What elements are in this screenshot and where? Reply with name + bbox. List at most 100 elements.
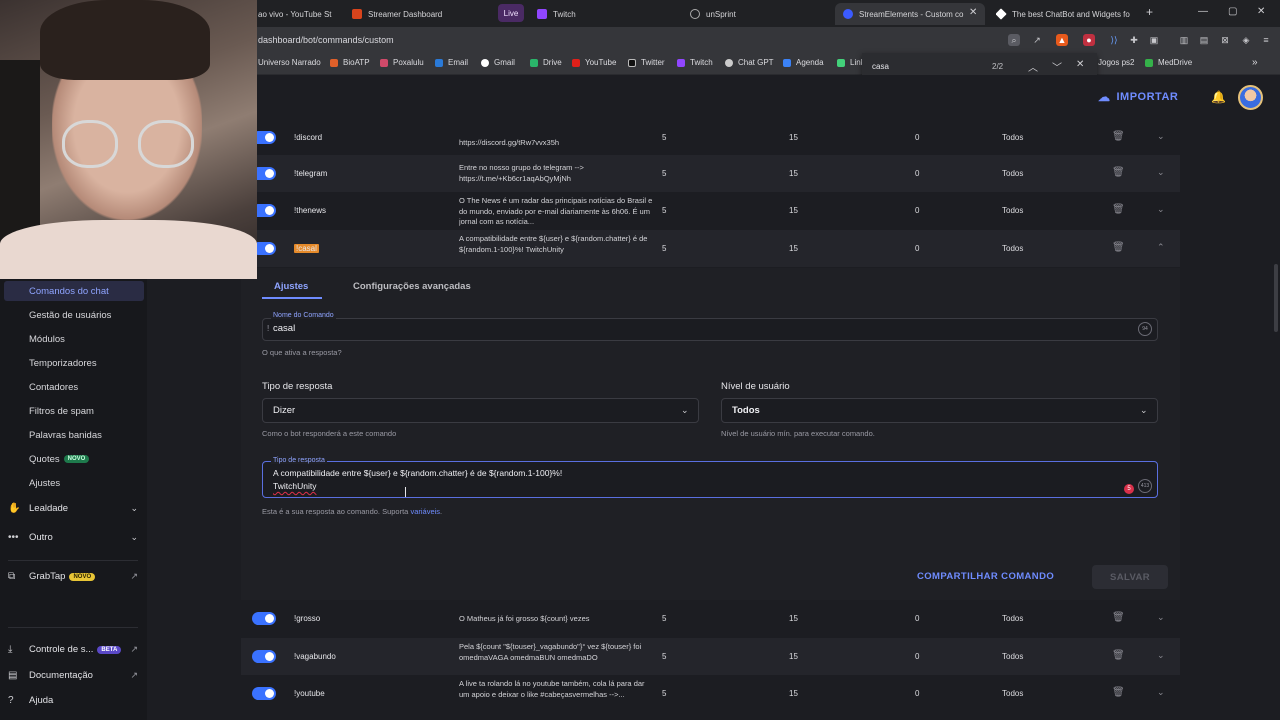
bookmark[interactable]: BioATP: [330, 58, 370, 67]
tab-chatbot[interactable]: The best ChatBot and Widgets fo: [996, 3, 1134, 25]
tab-twitch[interactable]: Twitch: [537, 3, 667, 25]
sidebar-item-timers[interactable]: Temporizadores: [4, 353, 144, 373]
sidebar-item-help[interactable]: ? Ajuda: [8, 695, 138, 706]
share-icon[interactable]: ↗: [1031, 34, 1043, 46]
tab-settings[interactable]: Ajustes: [274, 281, 308, 292]
table-row[interactable]: !vagabundo Pela ${count "${touser}_vagab…: [241, 638, 1180, 675]
trash-icon[interactable]: 🗑: [1112, 204, 1125, 215]
page-scrollbar[interactable]: [1274, 264, 1278, 332]
table-row[interactable]: !thenews O The News é um radar das princ…: [241, 192, 1180, 229]
share-command-button[interactable]: COMPARTILHAR COMANDO: [917, 571, 1054, 582]
close-window-icon[interactable]: ✕: [1257, 6, 1265, 17]
bookmark[interactable]: Universo Narrado: [258, 58, 321, 67]
tab-live[interactable]: Live: [498, 4, 524, 22]
sidebar-item-grabtap[interactable]: ⧉ GrabTap NOVO ↗: [8, 571, 138, 582]
sidebar-item-docs[interactable]: ▤ Documentação ↗: [8, 670, 138, 681]
trash-icon[interactable]: 🗑: [1112, 650, 1125, 661]
table-row[interactable]: !discord https://discord.gg/tRw7vvx35h 5…: [241, 121, 1180, 155]
maximize-icon[interactable]: ▢: [1228, 6, 1237, 17]
trash-icon[interactable]: 🗑: [1112, 687, 1125, 698]
command-enabled-toggle[interactable]: [252, 650, 276, 663]
chevron-down-icon[interactable]: ⌄: [1157, 204, 1165, 215]
trash-icon[interactable]: 🗑: [1112, 612, 1125, 623]
grammar-checker-icon[interactable]: 5: [1124, 484, 1134, 494]
minimize-icon[interactable]: —: [1198, 6, 1208, 17]
sidebar-item-counters[interactable]: Contadores: [4, 377, 144, 397]
sidebar-item-quotes[interactable]: Quotes NOVO: [4, 449, 144, 469]
command-enabled-toggle[interactable]: [252, 687, 276, 700]
puzzle-icon[interactable]: ✚: [1128, 34, 1140, 46]
command-name-input[interactable]: casal: [273, 323, 295, 334]
bell-icon[interactable]: 🔔: [1211, 90, 1226, 104]
chevron-down-icon[interactable]: ⌄: [1157, 687, 1165, 698]
response-type-select[interactable]: [262, 398, 699, 423]
tab-youtube[interactable]: ao vivo - YouTube St: [258, 3, 338, 25]
variables-link[interactable]: variáveis: [410, 507, 440, 516]
extension-icon[interactable]: ●: [1083, 34, 1095, 46]
trash-icon[interactable]: 🗑: [1112, 131, 1125, 142]
chevron-up-icon[interactable]: ⌃: [1157, 242, 1165, 253]
table-row[interactable]: !youtube A live ta rolando lá no youtube…: [241, 675, 1180, 712]
bookmark[interactable]: Gmail: [481, 58, 515, 67]
url-field[interactable]: dashboard/bot/commands/custom: [258, 35, 394, 45]
bookmark[interactable]: Drive: [530, 58, 562, 67]
sidebar-item-modules[interactable]: Módulos: [4, 329, 144, 349]
bookmark[interactable]: Twitter: [628, 58, 665, 67]
tab-streamelements[interactable]: StreamElements - Custom co: [835, 3, 985, 25]
sidebar-icon[interactable]: ▣: [1148, 34, 1160, 46]
sidebar-group-other[interactable]: ••• Outro ⌄: [8, 532, 138, 543]
table-row[interactable]: !telegram Entre no nosso grupo do telegr…: [241, 155, 1180, 192]
table-row[interactable]: !grosso O Matheus já foi grosso ${count}…: [241, 600, 1180, 637]
sidebar-item-user-management[interactable]: Gestão de usuários: [4, 305, 144, 325]
chevron-down-icon[interactable]: ⌄: [1157, 612, 1165, 623]
tab-streamer-dashboard[interactable]: Streamer Dashboard: [352, 3, 482, 25]
bookmark-label: BioATP: [343, 58, 370, 67]
cost-value: 0: [915, 169, 920, 178]
sidebar-item-spam-filters[interactable]: Filtros de spam: [4, 401, 144, 421]
sidebar-item-stream-control[interactable]: ⤓ Controle de s... BETA ↗: [8, 644, 138, 655]
bookmark[interactable]: Twitch: [677, 58, 713, 67]
sidebar-item-settings[interactable]: Ajustes: [4, 473, 144, 493]
bookmark[interactable]: Email: [435, 58, 468, 67]
chevron-down-icon[interactable]: ⌄: [1157, 650, 1165, 661]
response-textarea[interactable]: [262, 461, 1158, 498]
wallet-icon[interactable]: ▤: [1198, 34, 1210, 46]
sidebar-group-loyalty[interactable]: ✋ Lealdade ⌄: [8, 503, 138, 514]
bookmark[interactable]: Poxalulu: [380, 58, 424, 67]
new-tab-button[interactable]: +: [1146, 5, 1153, 19]
chevron-down-icon[interactable]: ⌄: [1157, 131, 1165, 142]
vpn-icon[interactable]: ⊠: [1219, 34, 1231, 46]
bookmark[interactable]: Link: [837, 58, 865, 67]
import-button[interactable]: ☁ IMPORTAR: [1098, 90, 1178, 104]
more-bookmarks-icon[interactable]: »: [1252, 57, 1258, 68]
sidebar-item-banned-words[interactable]: Palavras banidas: [4, 425, 144, 445]
tab-advanced-settings[interactable]: Configurações avançadas: [353, 281, 471, 292]
close-tab-icon[interactable]: ✕: [969, 7, 977, 18]
find-input[interactable]: casa: [872, 62, 889, 71]
tab-unsprint[interactable]: unSprint: [690, 3, 820, 25]
table-row-expanded[interactable]: !casal A compatibilidade entre ${user} e…: [241, 230, 1180, 267]
command-name-field[interactable]: [262, 318, 1158, 341]
chevron-down-icon[interactable]: ⌄: [1157, 167, 1165, 178]
bookmark[interactable]: MedDrive: [1145, 58, 1192, 67]
command-enabled-toggle[interactable]: [252, 612, 276, 625]
save-button[interactable]: SALVAR: [1092, 565, 1168, 589]
trash-icon[interactable]: 🗑: [1112, 242, 1125, 253]
bookmark[interactable]: Agenda: [783, 58, 824, 67]
find-next-icon[interactable]: ﹀: [1052, 59, 1062, 74]
user-level-select[interactable]: [721, 398, 1158, 423]
sidebar-item-chat-commands[interactable]: Comandos do chat: [4, 281, 144, 301]
avatar[interactable]: [1238, 85, 1263, 110]
menu-icon[interactable]: ≡: [1260, 34, 1272, 46]
find-prev-icon[interactable]: ︿: [1028, 59, 1038, 74]
panel-icon[interactable]: ▥: [1178, 34, 1190, 46]
trash-icon[interactable]: 🗑: [1112, 167, 1125, 178]
shield-icon[interactable]: ◈: [1240, 34, 1252, 46]
find-close-icon[interactable]: ✕: [1076, 59, 1084, 70]
bookmark[interactable]: Chat GPT: [725, 58, 774, 67]
search-page-icon[interactable]: ⌕: [1008, 34, 1020, 46]
bookmark[interactable]: Jogos ps2: [1098, 58, 1134, 67]
brave-shield-icon[interactable]: ▲: [1056, 34, 1068, 46]
bookmark[interactable]: YouTube: [572, 58, 616, 67]
extension-icon-2[interactable]: ⟩⟩: [1108, 34, 1120, 46]
